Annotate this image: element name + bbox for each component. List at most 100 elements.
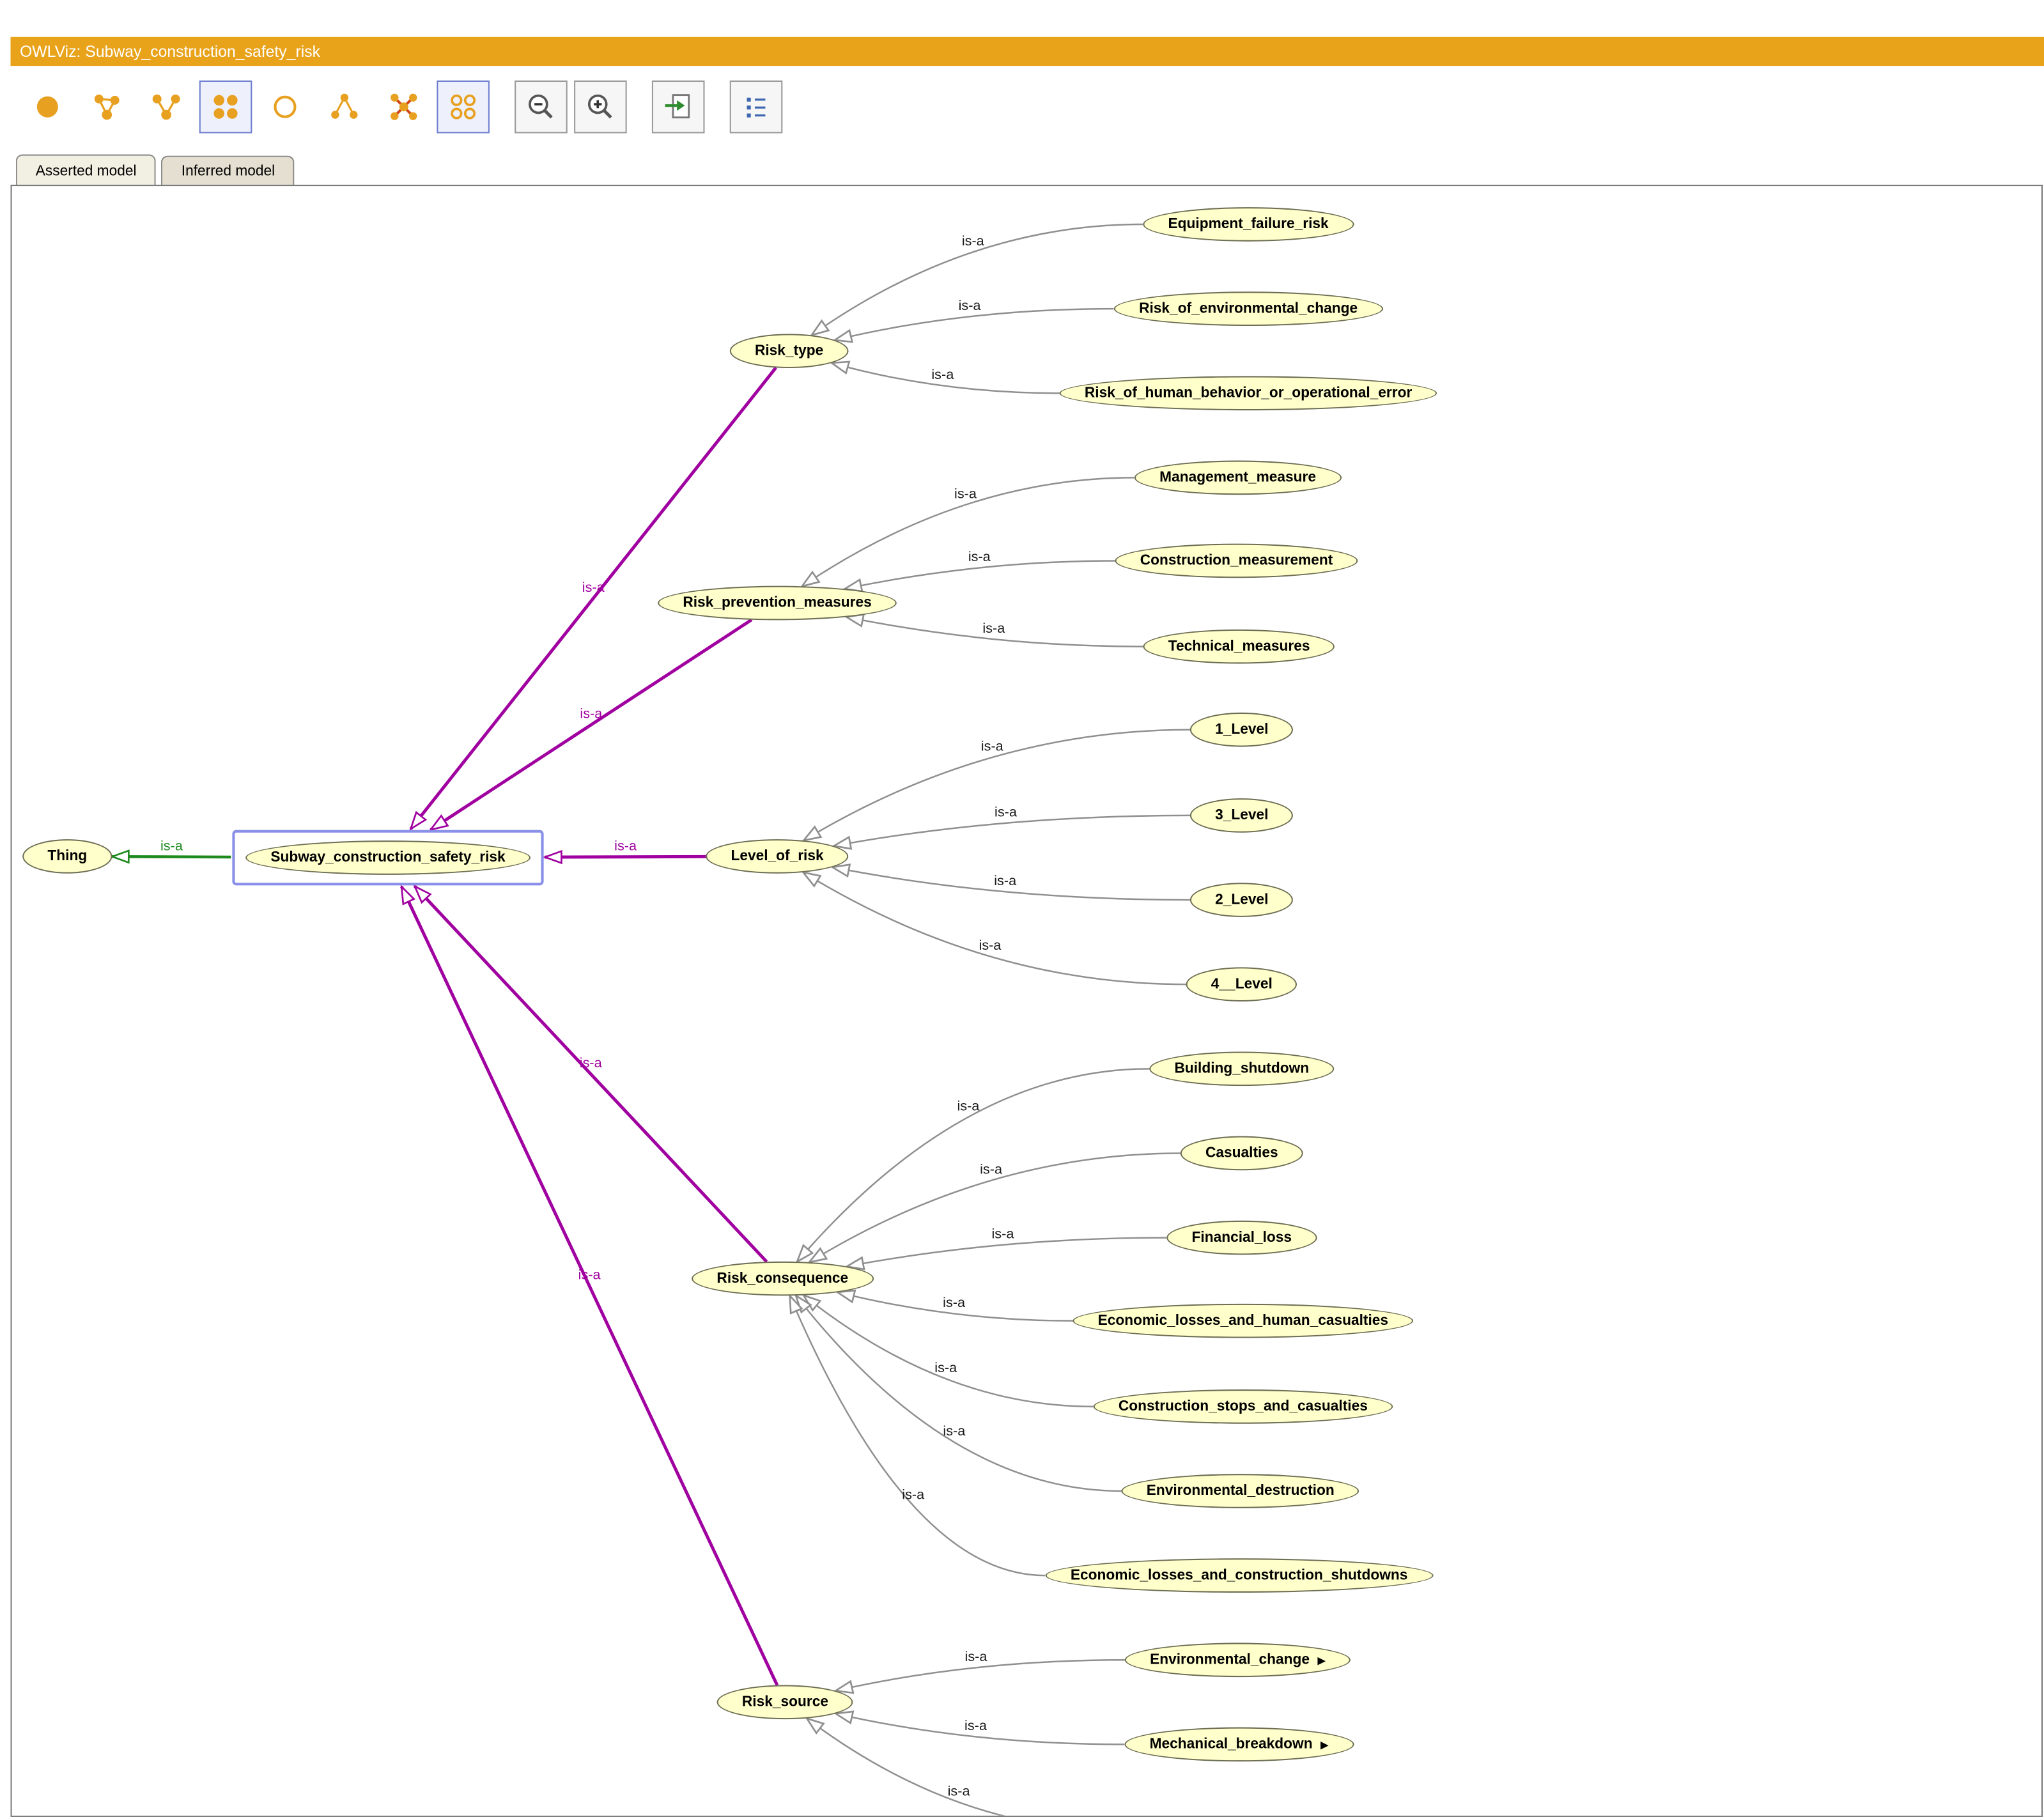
node-label: Risk_consequence [716, 1271, 848, 1287]
edge-level_4-to-level_of_risk [803, 872, 1186, 984]
node-label: Risk_type [755, 343, 823, 359]
node-label: Level_of_risk [731, 849, 823, 865]
node-label: Construction_measurement [1140, 553, 1333, 569]
edge-label: is-a [943, 1423, 966, 1439]
edges-layer: is-a is-a is-a is-a is-a is-a is-a is-a is-a is-a… [12, 186, 2041, 1816]
graph-node-casualties[interactable]: Casualties [1181, 1136, 1303, 1171]
export-icon [661, 89, 695, 124]
node-label: Risk_source [742, 1694, 828, 1710]
edge-risk_consequence-to-subway [415, 886, 767, 1262]
edge-label: is-a [982, 620, 1005, 636]
zoom-in-icon [584, 89, 618, 124]
filled-grid-button[interactable] [199, 81, 252, 134]
node-label: Thing [47, 849, 87, 865]
edge-label: is-a [965, 1648, 988, 1664]
graph-node-human_error_risk[interactable]: Risk_of_human_behavior_or_operational_er… [1060, 376, 1437, 410]
edge-environmental_change-to-risk_source [836, 1660, 1125, 1690]
graph-node-econ_losses_constr[interactable]: Economic_losses_and_construction_shutdow… [1046, 1558, 1433, 1593]
filled-circle-button[interactable] [21, 81, 74, 134]
edge-label: is-a [614, 837, 637, 853]
node-label: Subway_construction_safety_risk [270, 850, 505, 866]
small-tree-icon [327, 89, 362, 124]
node-label: Mechanical_breakdown [1150, 1736, 1313, 1752]
options-icon [739, 89, 773, 124]
graph-node-constr_stops_casualties[interactable]: Construction_stops_and_casualties [1094, 1389, 1393, 1424]
circle-grid-button[interactable] [437, 81, 490, 134]
edge-label: is-a [964, 1717, 987, 1733]
v-graph-icon [149, 89, 183, 124]
graph-node-level_of_risk[interactable]: Level_of_risk [706, 839, 849, 874]
node-label: Risk_of_human_behavior_or_operational_er… [1085, 385, 1412, 401]
node-label: Risk_prevention_measures [683, 595, 871, 611]
circle-outline-button[interactable] [259, 81, 312, 134]
edge-label: is-a [948, 1783, 971, 1799]
edge-risk_prevention-to-subway [431, 620, 752, 830]
graph-node-building_shutdown[interactable]: Building_shutdown [1149, 1051, 1334, 1086]
window-title: OWLViz: Subway_construction_safety_risk [20, 42, 320, 61]
triangle-graph-icon [89, 89, 124, 124]
zoom-out-button[interactable] [515, 81, 568, 134]
graph-node-risk_prevention[interactable]: Risk_prevention_measures [658, 586, 897, 621]
edge-label: is-a [931, 366, 954, 382]
edge-label: is-a [968, 548, 991, 564]
graph-node-environmental_change[interactable]: Environmental_change▶ [1125, 1643, 1351, 1677]
export-button[interactable] [652, 81, 705, 134]
graph-node-level_3[interactable]: 3_Level [1190, 798, 1294, 833]
edge-env_change_risk-to-risk_type [835, 309, 1113, 340]
tab-asserted-model[interactable]: Asserted model [16, 155, 157, 185]
edge-label: is-a [902, 1486, 925, 1502]
cross-graph-icon [387, 89, 421, 124]
edge-partial_node-to-risk_source [807, 1719, 1117, 1816]
circle-grid-icon [446, 89, 481, 124]
node-label: Economic_losses_and_construction_shutdow… [1071, 1568, 1408, 1584]
graph-node-thing[interactable]: Thing [22, 839, 112, 874]
options-button[interactable] [730, 81, 783, 134]
graph-node-econ_losses_human[interactable]: Economic_losses_and_human_casualties [1072, 1304, 1413, 1338]
edge-subway-to-thing [112, 856, 231, 857]
graph-node-env_change_risk[interactable]: Risk_of_environmental_change [1114, 291, 1383, 326]
node-label: Equipment_failure_risk [1168, 217, 1329, 233]
graph-node-env_destruction[interactable]: Environmental_destruction [1121, 1474, 1359, 1508]
expand-arrow-icon[interactable]: ▶ [1320, 1739, 1329, 1751]
graph-node-level_2[interactable]: 2_Level [1190, 883, 1294, 917]
small-tree-button[interactable] [318, 81, 371, 134]
edge-label: is-a [160, 837, 183, 853]
graph-node-level_4[interactable]: 4__Level [1186, 967, 1297, 1001]
edge-label: is-a [991, 1226, 1014, 1242]
node-label: Risk_of_environmental_change [1139, 301, 1358, 317]
graph-node-construction_measurement[interactable]: Construction_measurement [1115, 544, 1358, 578]
node-label: Casualties [1205, 1145, 1278, 1161]
graph-node-level_1[interactable]: 1_Level [1190, 713, 1294, 747]
graph-node-technical_measures[interactable]: Technical_measures [1143, 630, 1335, 664]
tab-inferred-model[interactable]: Inferred model [162, 156, 295, 185]
graph-node-equipment_failure[interactable]: Equipment_failure_risk [1143, 207, 1354, 242]
edge-label: is-a [934, 1359, 957, 1375]
edge-econ_losses_constr-to-risk_consequence [790, 1295, 1045, 1575]
cross-graph-button[interactable] [377, 81, 430, 134]
toolbar [11, 66, 2044, 148]
expand-arrow-icon[interactable]: ▶ [1317, 1655, 1326, 1667]
diagram-canvas[interactable]: is-a is-a is-a is-a is-a is-a is-a is-a is-a is-a… [11, 185, 2043, 1817]
edge-label: is-a [981, 738, 1004, 754]
graph-node-financial_loss[interactable]: Financial_loss [1166, 1221, 1317, 1255]
graph-node-mechanical_breakdown[interactable]: Mechanical_breakdown ▶ [1124, 1728, 1354, 1762]
edge-financial_loss-to-risk_consequence [847, 1238, 1166, 1267]
graph-node-management_measure[interactable]: Management_measure [1134, 461, 1341, 495]
edge-label: is-a [980, 1161, 1003, 1177]
graph-node-subway[interactable]: Subway_construction_safety_risk [245, 840, 530, 875]
edge-label: is-a [954, 486, 977, 502]
triangle-graph-button[interactable] [81, 81, 134, 134]
graph-node-risk_type[interactable]: Risk_type [730, 334, 849, 368]
edge-label: is-a [959, 297, 982, 313]
owlviz-titlebar: OWLViz: Subway_construction_safety_risk [11, 37, 2044, 66]
filled-grid-icon [208, 89, 243, 124]
edge-label: is-a [995, 804, 1018, 820]
edge-label: is-a [580, 706, 603, 722]
edge-level_3-to-level_of_risk [834, 816, 1191, 846]
zoom-in-button[interactable] [574, 81, 627, 134]
graph-node-risk_source[interactable]: Risk_source [717, 1685, 854, 1719]
node-label: Building_shutdown [1174, 1061, 1309, 1077]
edge-level_of_risk-to-subway [545, 856, 706, 857]
v-graph-button[interactable] [140, 81, 193, 134]
graph-node-risk_consequence[interactable]: Risk_consequence [692, 1262, 873, 1296]
